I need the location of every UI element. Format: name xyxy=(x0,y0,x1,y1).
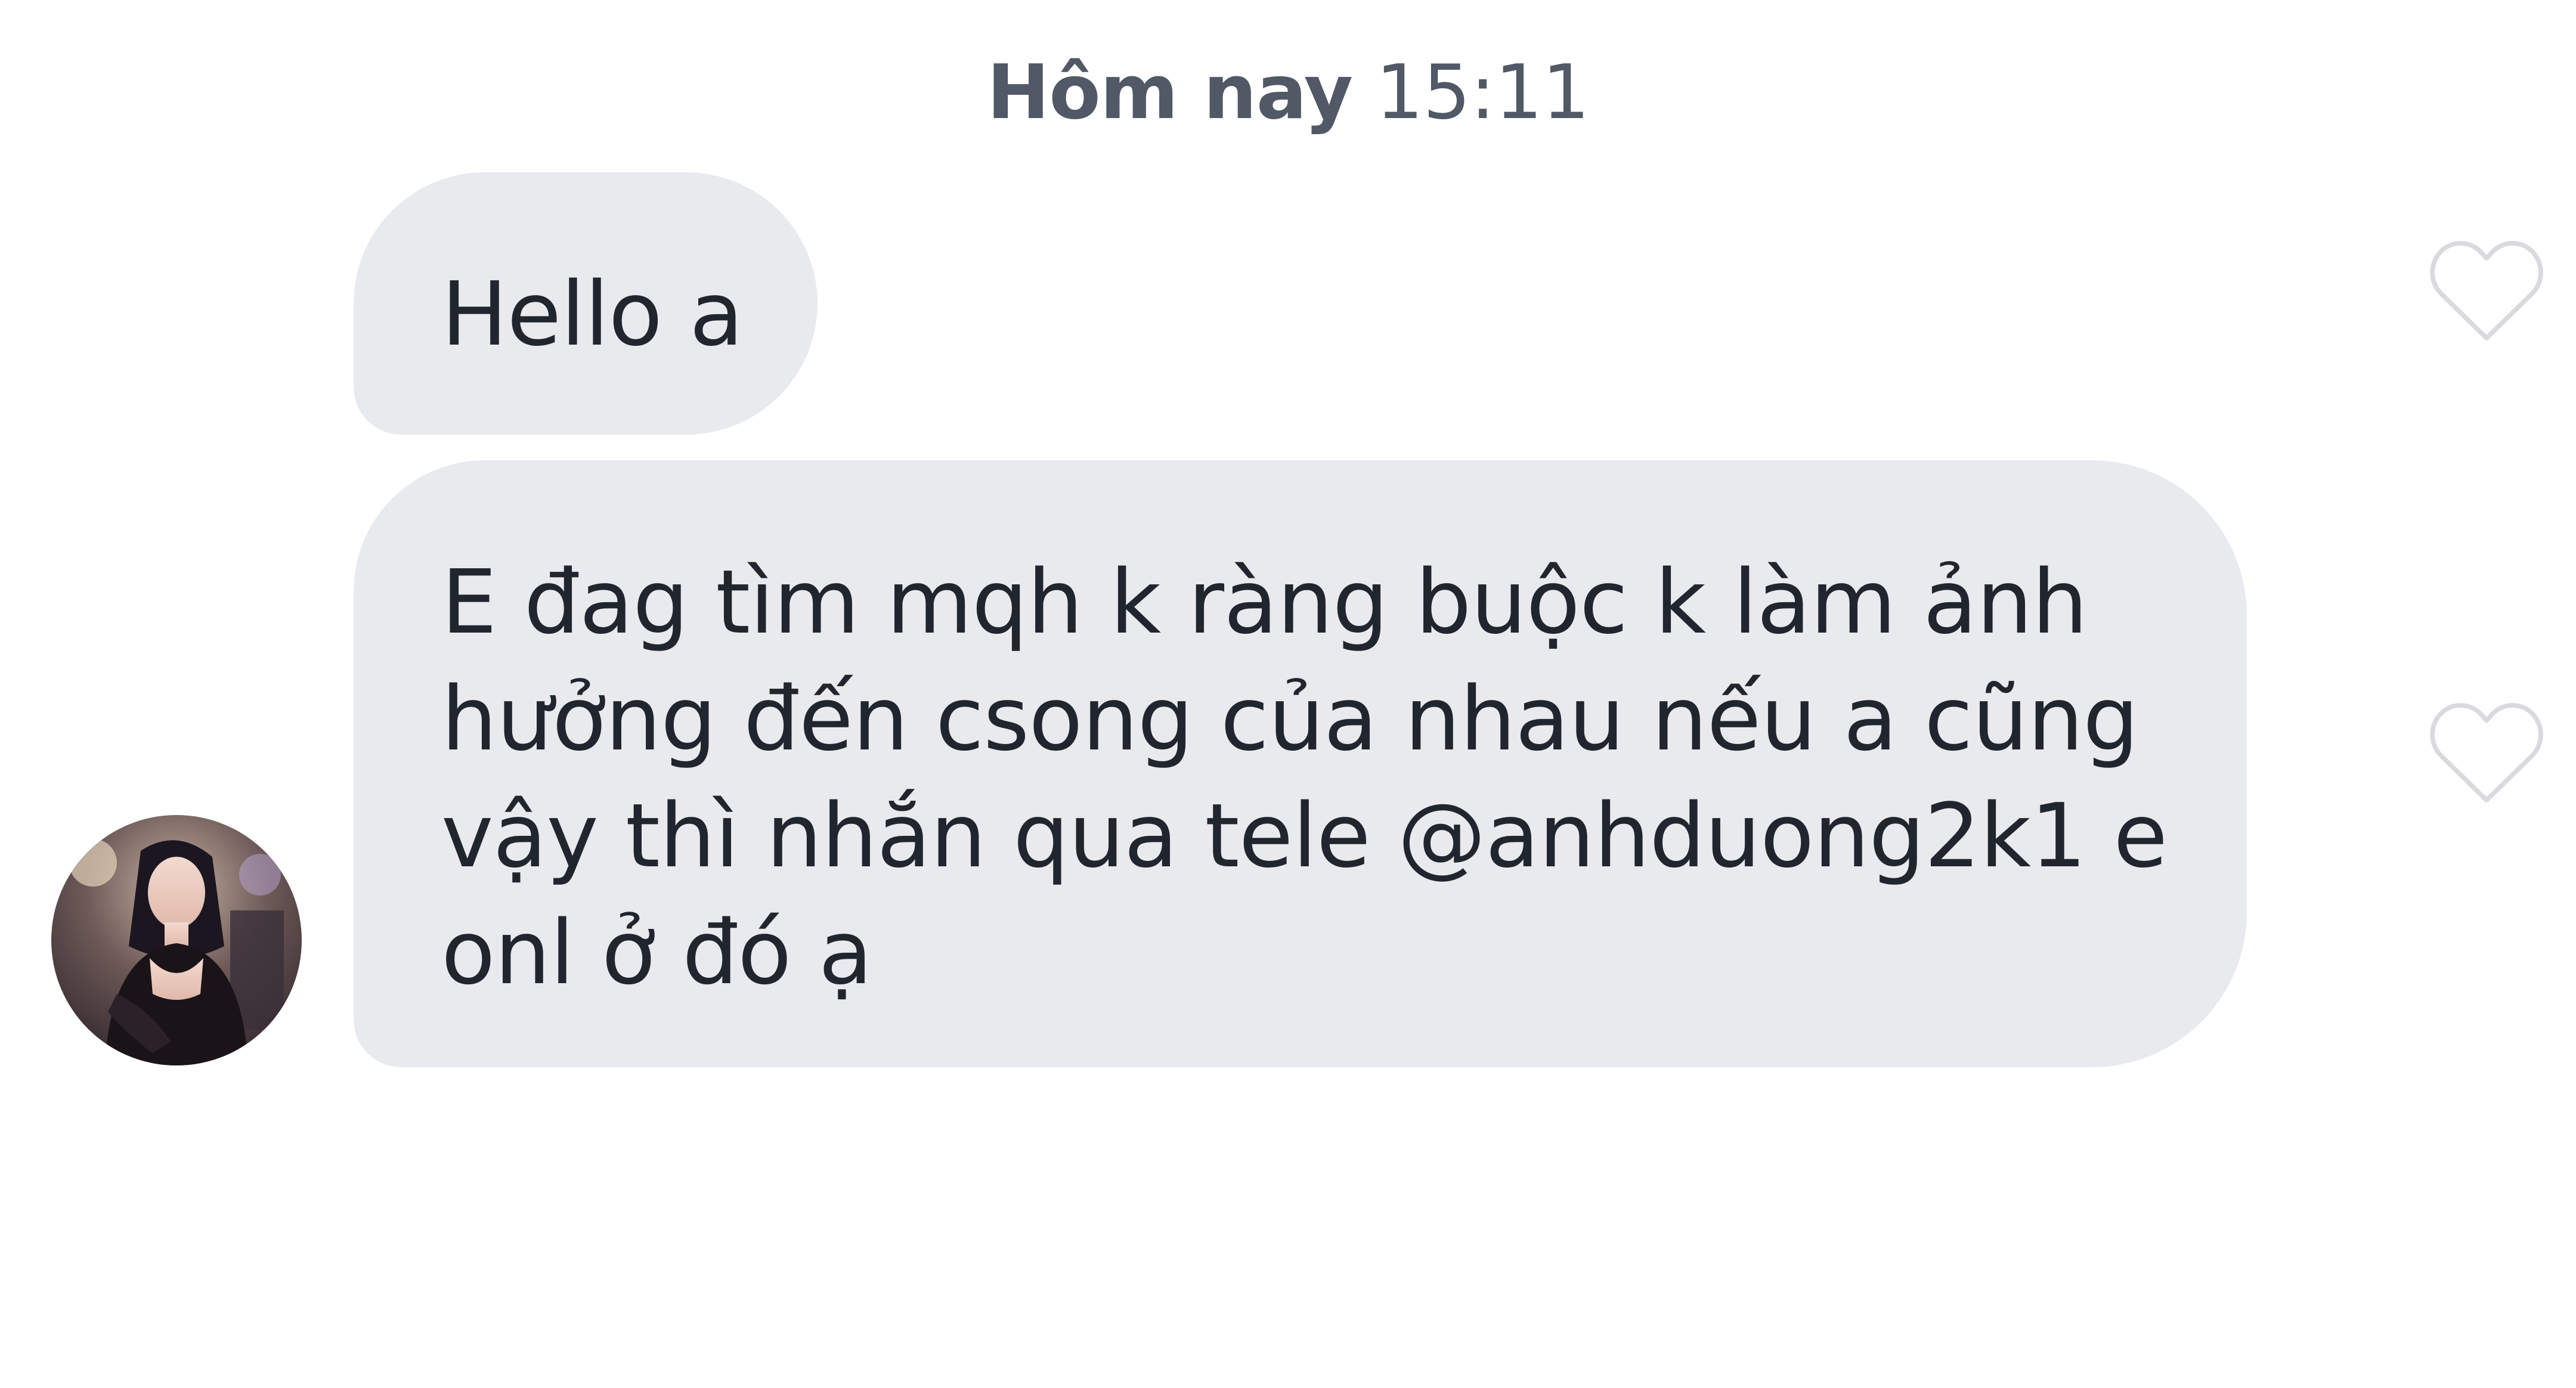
heart-outline-icon[interactable] xyxy=(2424,233,2549,346)
avatar-image xyxy=(51,815,302,1065)
sender-avatar[interactable] xyxy=(51,815,302,1065)
message-text: Hello a xyxy=(441,263,744,365)
timestamp-time: 15:11 xyxy=(1376,48,1590,136)
timestamp-day: Hôm nay xyxy=(986,48,1353,136)
message-bubble[interactable]: E đag tìm mqh k ràng buộc k làm ảnh hưởn… xyxy=(354,460,2247,1067)
heart-outline-icon[interactable] xyxy=(2424,695,2549,808)
message-bubble[interactable]: Hello a xyxy=(354,172,818,435)
message-timestamp: Hôm nay 15:11 xyxy=(0,48,2576,137)
message-text: E đag tìm mqh k ràng buộc k làm ảnh hưởn… xyxy=(441,551,2168,1004)
